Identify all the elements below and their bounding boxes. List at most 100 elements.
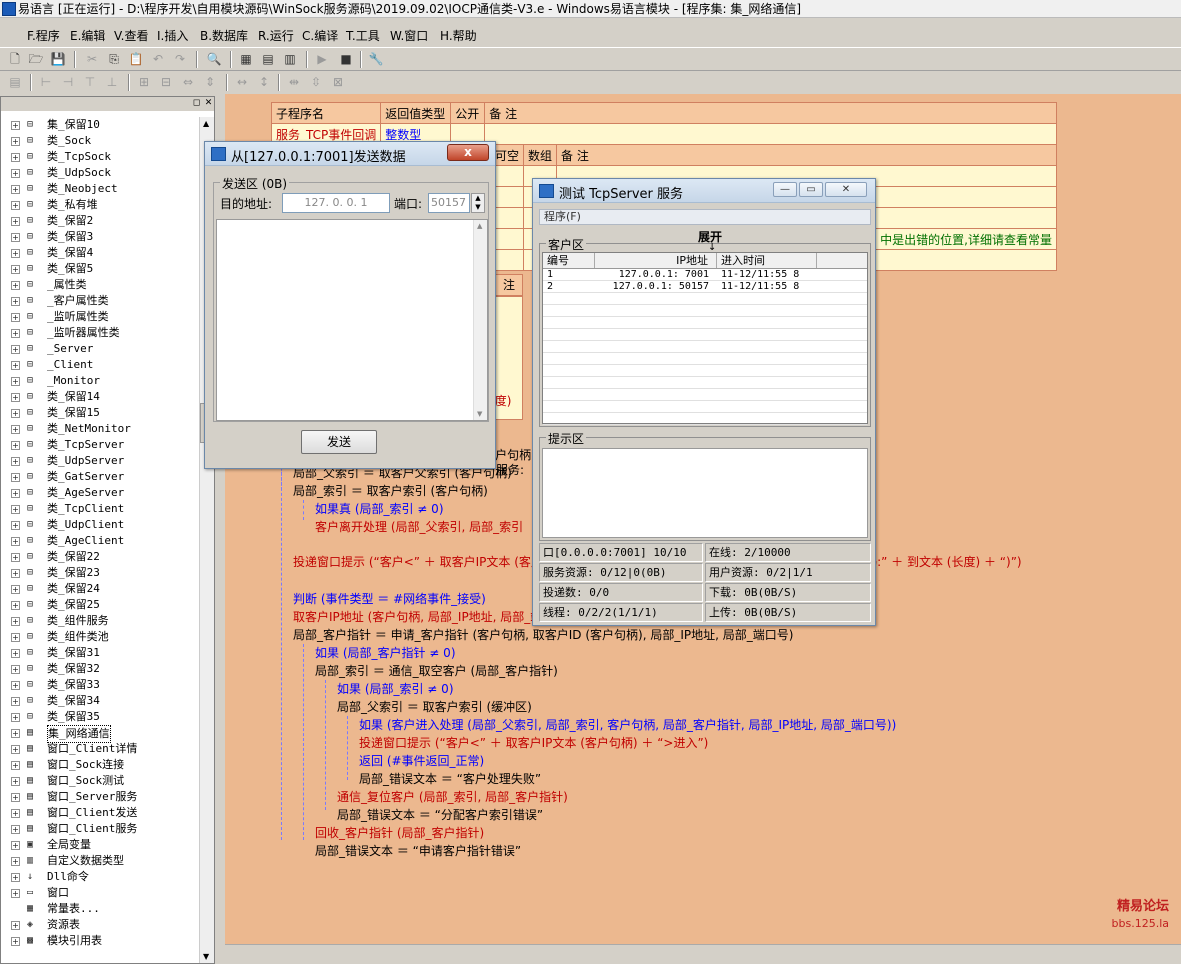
code-line[interactable]: 判断 (事件类型 ＝ #网络事件_接受): [293, 590, 486, 607]
expand-icon[interactable]: +: [11, 217, 20, 226]
open-folder-icon[interactable]: 🗁: [28, 51, 44, 67]
tree-item[interactable]: + ▤ 窗口_Sock测试: [1, 773, 197, 789]
menu-item-5[interactable]: R.运行: [258, 27, 294, 44]
col-id[interactable]: 编号: [543, 253, 595, 268]
expand-icon[interactable]: +: [11, 121, 20, 130]
expand-icon[interactable]: +: [11, 153, 20, 162]
tree-item[interactable]: + ⊟ 类_组件类池: [1, 629, 197, 645]
expand-icon[interactable]: +: [11, 553, 20, 562]
expand-icon[interactable]: +: [11, 393, 20, 402]
editor-hscrollbar[interactable]: [225, 944, 1181, 964]
expand-icon[interactable]: +: [11, 425, 20, 434]
code-line[interactable]: 如果 (局部_客户指针 ≠ 0): [315, 644, 456, 661]
tree-item[interactable]: + ⊟ _Monitor: [1, 373, 197, 389]
client-row[interactable]: [543, 294, 867, 305]
expand-icon[interactable]: +: [11, 697, 20, 706]
same-width-icon[interactable]: ⇔: [180, 74, 196, 90]
program-menu[interactable]: 程序(F): [539, 209, 871, 225]
expand-icon[interactable]: +: [11, 249, 20, 258]
code-line[interactable]: 局部_错误文本 ＝ “客户处理失败”: [359, 770, 541, 787]
align-grid-icon[interactable]: ▤: [7, 74, 23, 90]
expand-icon[interactable]: +: [11, 713, 20, 722]
center-v-icon[interactable]: ⊟: [158, 74, 174, 90]
send-button[interactable]: 发送: [301, 430, 377, 454]
tree-item[interactable]: + ⊟ 类_保留3: [1, 229, 197, 245]
client-row[interactable]: [543, 330, 867, 341]
expand-icon[interactable]: +: [11, 601, 20, 610]
col-ip[interactable]: IP地址: [595, 253, 717, 268]
tree-item[interactable]: + ⊟ 类_保留32: [1, 661, 197, 677]
tree-item[interactable]: + ⊟ 类_TcpSock: [1, 149, 197, 165]
expand-icon[interactable]: +: [11, 377, 20, 386]
tree-item[interactable]: + ⊟ 类_UdpClient: [1, 517, 197, 533]
expand-icon[interactable]: +: [11, 857, 20, 866]
scroll-down-icon[interactable]: ▼: [477, 410, 482, 418]
dest-addr-input[interactable]: 127. 0. 0. 1: [282, 193, 390, 213]
tree-item[interactable]: + ⊟ 类_保留5: [1, 261, 197, 277]
client-row[interactable]: [543, 390, 867, 401]
code-line[interactable]: 局部_父索引 ＝ 取客户索引 (缓冲区): [337, 698, 532, 715]
expand-icon[interactable]: +: [11, 665, 20, 674]
tree-item[interactable]: + ◈ 资源表: [1, 917, 197, 933]
tree-item[interactable]: ▦ 常量表...: [1, 901, 197, 917]
expand-icon[interactable]: +: [11, 793, 20, 802]
redo-icon[interactable]: ↷: [172, 51, 188, 67]
client-row[interactable]: [543, 342, 867, 353]
tree-item[interactable]: + ⊟ 类_UdpServer: [1, 453, 197, 469]
tree-item[interactable]: + ⊟ _监听属性类: [1, 309, 197, 325]
tree-item[interactable]: + ⊟ 类_保留22: [1, 549, 197, 565]
tree-item[interactable]: + ⊟ _Client: [1, 357, 197, 373]
copy-icon[interactable]: ⎘: [106, 51, 122, 67]
code-line[interactable]: 如果真 (局部_索引 ≠ 0): [315, 500, 444, 517]
tree-item[interactable]: + ⊟ 类_NetMonitor: [1, 421, 197, 437]
code-line[interactable]: 如果 (局部_索引 ≠ 0): [337, 680, 454, 697]
expand-icon[interactable]: +: [11, 201, 20, 210]
client-row[interactable]: [543, 318, 867, 329]
tree-item[interactable]: + ↓ Dll命令: [1, 869, 197, 885]
port-spinner[interactable]: ▲ ▼: [471, 193, 485, 213]
find-icon[interactable]: 🔍: [206, 51, 222, 67]
expand-icon[interactable]: +: [11, 441, 20, 450]
code-line[interactable]: 回收_客户指针 (局部_客户指针): [315, 824, 484, 841]
expand-icon[interactable]: +: [11, 265, 20, 274]
undo-icon[interactable]: ↶: [150, 51, 166, 67]
expand-icon[interactable]: +: [11, 937, 20, 946]
menu-item-1[interactable]: E.编辑: [70, 27, 105, 44]
col-time[interactable]: 进入时间: [717, 253, 817, 268]
tree-item[interactable]: + ⊟ 类_保留4: [1, 245, 197, 261]
menu-item-3[interactable]: I.插入: [157, 27, 188, 44]
tree-item[interactable]: + ⊟ 类_保留23: [1, 565, 197, 581]
expand-icon[interactable]: +: [11, 569, 20, 578]
tree-item[interactable]: + ⊟ 类_保留31: [1, 645, 197, 661]
tree-item[interactable]: + ▩ 模块引用表: [1, 933, 197, 949]
tree-item[interactable]: + ⊟ 类_保留2: [1, 213, 197, 229]
tip-text-area[interactable]: [542, 448, 868, 538]
expand-icon[interactable]: +: [11, 633, 20, 642]
client-row[interactable]: [543, 354, 867, 365]
tree-item[interactable]: + ▤ 窗口_Client详情: [1, 741, 197, 757]
tree-item[interactable]: + ⊟ 类_AgeClient: [1, 533, 197, 549]
menu-item-2[interactable]: V.查看: [114, 27, 148, 44]
menu-item-8[interactable]: W.窗口: [390, 27, 428, 44]
expand-icon[interactable]: +: [11, 489, 20, 498]
client-row[interactable]: 1 127.0.0.1: 7001 11-12/11:55 8: [543, 270, 867, 281]
menu-item-9[interactable]: H.帮助: [440, 27, 477, 44]
expand-icon[interactable]: +: [11, 745, 20, 754]
expand-icon[interactable]: +: [11, 409, 20, 418]
client-row[interactable]: [543, 402, 867, 413]
expand-icon[interactable]: +: [11, 889, 20, 898]
expand-icon[interactable]: +: [11, 137, 20, 146]
tree-item[interactable]: + ⊟ 类_保留14: [1, 389, 197, 405]
tree-item[interactable]: + ▥ 自定义数据类型: [1, 853, 197, 869]
layout-1-icon[interactable]: ▦: [238, 51, 254, 67]
expand-icon[interactable]: +: [11, 809, 20, 818]
code-line[interactable]: 通信_复位客户 (局部_索引, 局部_客户指针): [337, 788, 568, 805]
close-icon[interactable]: x: [447, 144, 489, 161]
expand-icon[interactable]: +: [11, 505, 20, 514]
code-line[interactable]: 局部_索引 ＝ 取客户索引 (客户句柄): [293, 482, 488, 499]
expand-icon[interactable]: +: [11, 361, 20, 370]
tree-item[interactable]: + ⊟ 类_TcpClient: [1, 501, 197, 517]
code-line[interactable]: 客户离开处理 (局部_父索引, 局部_索引: [315, 518, 523, 535]
tree-item[interactable]: + ⊟ 类_保留35: [1, 709, 197, 725]
tree-item[interactable]: + ⊟ 类_保留24: [1, 581, 197, 597]
